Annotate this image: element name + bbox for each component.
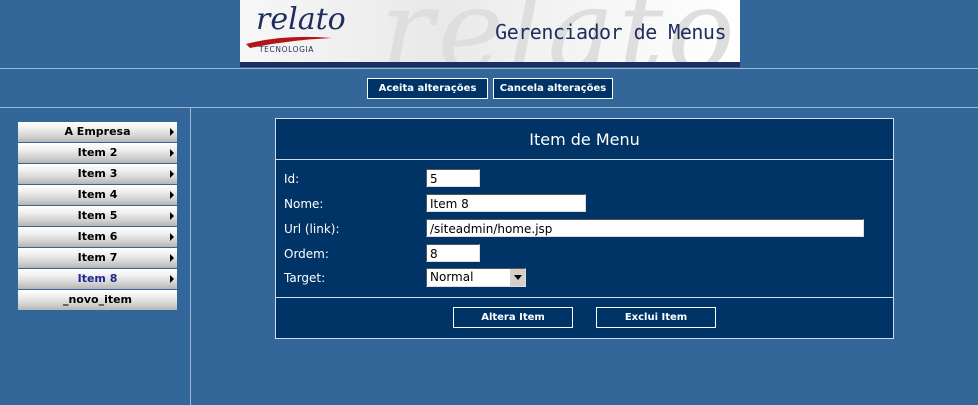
target-select[interactable]: Normal	[426, 268, 526, 287]
url-label: Url (link):	[284, 222, 340, 236]
delete-item-button[interactable]: Exclui Item	[596, 307, 716, 328]
id-field[interactable]: 5	[426, 169, 480, 187]
form-divider	[276, 297, 893, 298]
chevron-right-icon	[170, 170, 174, 178]
banner-bottom-bar	[240, 62, 740, 67]
sidebar-item-label: Item 2	[77, 146, 118, 159]
target-select-value: Normal	[430, 270, 474, 284]
sidebar-item-item-2[interactable]: Item 2	[18, 143, 177, 163]
ordem-field[interactable]: 8	[426, 244, 480, 262]
nome-label: Nome:	[284, 197, 324, 211]
sidebar-item-item-4[interactable]: Item 4	[18, 185, 177, 205]
sidebar-item-label: Item 5	[77, 209, 118, 222]
sidebar-item-item-6[interactable]: Item 6	[18, 227, 177, 247]
header-banner: relato relato TECNOLOGIA Gerenciador de …	[240, 0, 740, 67]
sidebar-item-label: Item 8	[77, 272, 118, 285]
sidebar-item-label: Item 3	[77, 167, 118, 180]
url-field[interactable]: /siteadmin/home.jsp	[426, 219, 864, 237]
cancel-changes-button[interactable]: Cancela alterações	[493, 78, 613, 99]
chevron-right-icon	[170, 233, 174, 241]
sidebar-item-item-5[interactable]: Item 5	[18, 206, 177, 226]
chevron-down-icon[interactable]	[509, 269, 525, 286]
sidebar-item-item-8[interactable]: Item 8	[18, 269, 177, 289]
toolbar-divider	[0, 107, 978, 108]
sidebar-item-label: Item 4	[77, 188, 118, 201]
sidebar-item-label: A Empresa	[64, 125, 131, 138]
header-divider	[0, 68, 978, 69]
sidebar-divider	[190, 108, 191, 405]
chevron-right-icon	[170, 275, 174, 283]
sidebar-item-a-empresa[interactable]: A Empresa	[18, 122, 177, 142]
chevron-right-icon	[170, 212, 174, 220]
sidebar-item-label: Item 6	[77, 230, 118, 243]
sidebar-item-item-3[interactable]: Item 3	[18, 164, 177, 184]
sidebar-item-item-7[interactable]: Item 7	[18, 248, 177, 268]
chevron-right-icon	[170, 254, 174, 262]
ordem-label: Ordem:	[284, 247, 329, 261]
chevron-right-icon	[170, 149, 174, 157]
toolbar: Aceita alterações Cancela alterações	[0, 78, 978, 99]
sidebar-item-novo-item[interactable]: _novo_item	[18, 290, 177, 310]
alter-item-button[interactable]: Altera Item	[453, 307, 573, 328]
sidebar-item-label: Item 7	[77, 251, 118, 264]
target-label: Target:	[284, 271, 326, 285]
form-title: Item de Menu	[276, 119, 893, 160]
id-label: Id:	[284, 172, 300, 186]
accept-changes-button[interactable]: Aceita alterações	[367, 78, 488, 99]
chevron-right-icon	[170, 191, 174, 199]
sidebar-item-label: _novo_item	[62, 293, 133, 306]
chevron-right-icon	[170, 128, 174, 136]
sidebar-menu: A Empresa Item 2 Item 3 Item 4 Item 5 It…	[18, 122, 177, 311]
menu-item-form: Item de Menu Id: 5 Nome: Item 8 Url (lin…	[275, 118, 894, 339]
logo-subtext: TECNOLOGIA	[259, 45, 315, 54]
nome-field[interactable]: Item 8	[426, 194, 586, 212]
app-title: Gerenciador de Menus	[495, 20, 726, 44]
